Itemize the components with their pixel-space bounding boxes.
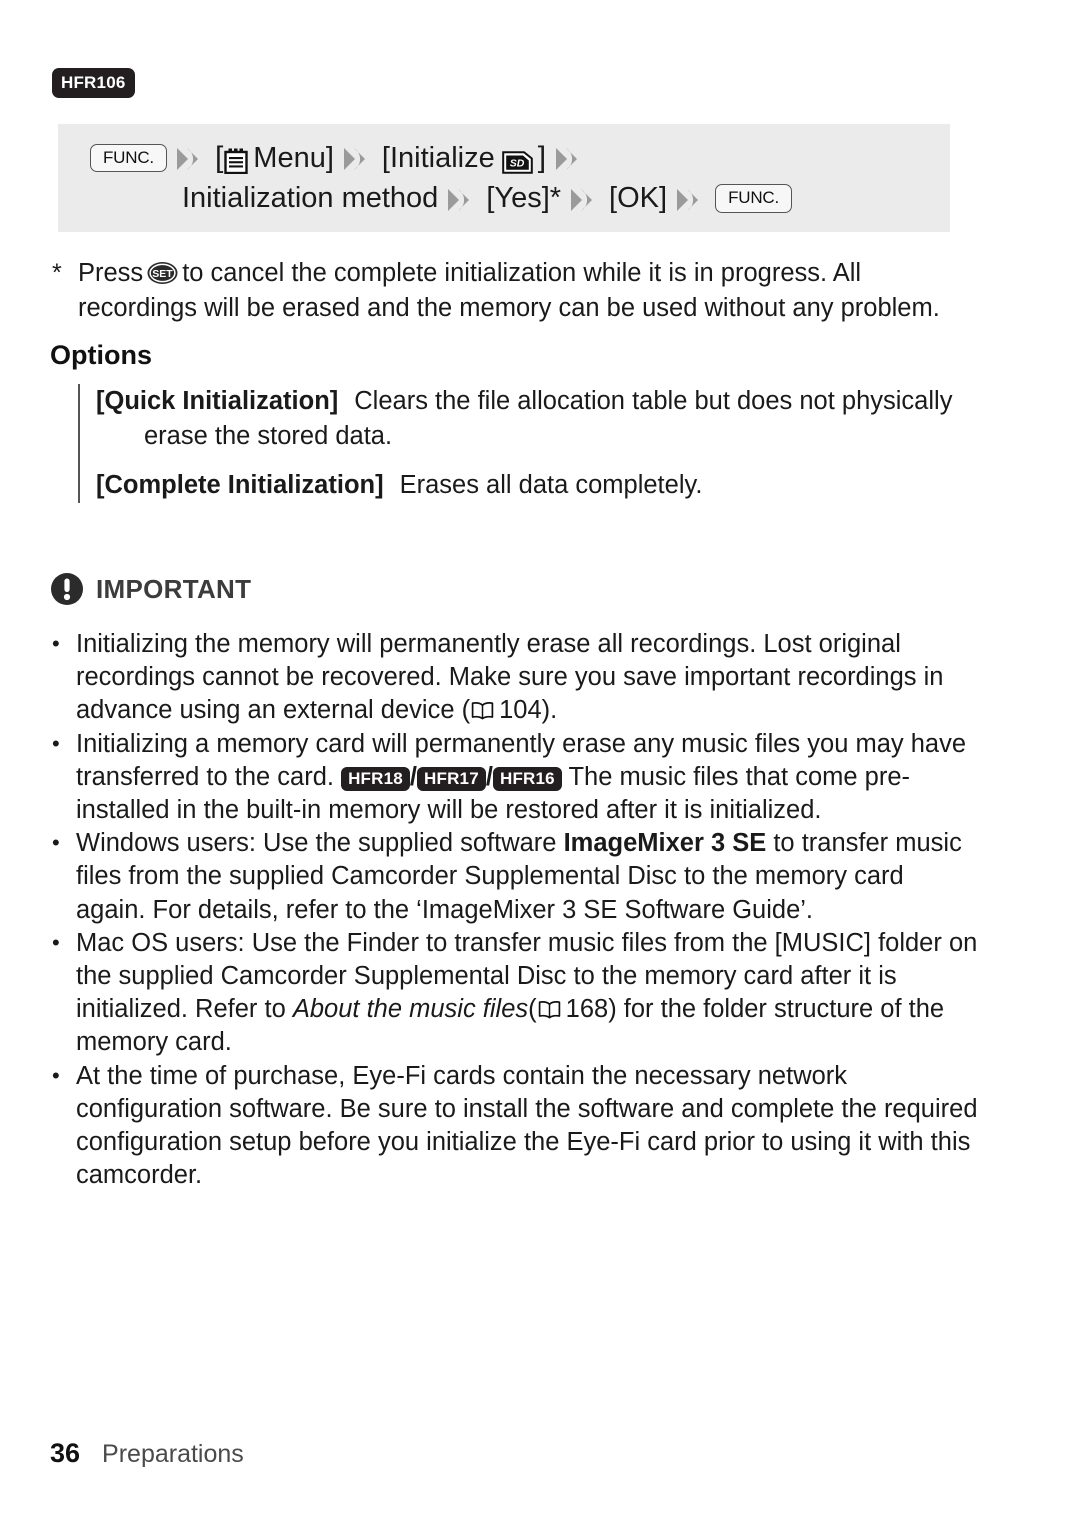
footer-page-number: 36 [50,1438,81,1468]
double-chevron-arrow-icon [343,146,373,172]
bullet-reference-title: About the music files [292,995,529,1024]
options-heading: Options [50,340,152,370]
exclamation-circle-icon [50,572,84,606]
svg-text:SD: SD [509,157,524,169]
bullet-dot: • [52,730,60,756]
procedure-box: FUNC. [ Menu] [Initialize SD] Initializ… [58,124,950,232]
bullet-paren-open: ( [528,995,537,1024]
bullet-mac-users: • Mac OS users: Use the Finder to transfe… [50,927,980,1060]
double-chevron-arrow-icon [447,187,477,213]
menu-label[interactable]: Menu] [253,142,334,175]
sd-card-icon: SD [501,149,533,174]
initialization-method-label[interactable]: Initialization method [182,182,438,215]
func-button-key[interactable]: FUNC. [715,184,793,213]
procedure-line-1: FUNC. [ Menu] [Initialize SD] [90,141,594,175]
option-item-quick-initialization: [Quick Initialization] Clears the file al… [96,384,996,454]
page-footer: 36 Preparations [50,1438,244,1469]
bullet-dot: • [52,1062,60,1088]
model-badge-hfr106: HFR106 [52,68,135,98]
important-heading: IMPORTANT [50,572,251,606]
menu-open-bracket: [ [214,141,224,174]
book-page-reference-icon [471,696,494,720]
model-badge-hfr17: HFR17 [417,766,486,791]
func-button-key[interactable]: FUNC. [90,143,167,173]
double-chevron-arrow-icon [570,187,600,213]
bullet-memory-card-music: • Initializing a memory card will permane… [50,728,980,828]
initialize-close-bracket: ] [537,141,547,174]
bullet-dot: • [52,929,60,955]
yes-option[interactable]: [Yes]* [486,182,561,215]
footnote-marker: * [52,259,62,287]
option-name: [Complete Initialization] [96,471,384,499]
bullet-windows-users: • Windows users: Use the supplied softwar… [50,827,980,927]
initialize-label[interactable]: [Initialize [382,142,495,175]
option-description: Erases all data completely. [399,471,703,499]
options-list: [Quick Initialization] Clears the file al… [78,384,996,503]
procedure-line-2: Initialization method [Yes]* [OK] FUNC. [182,182,793,215]
bullet-dot: • [52,631,60,656]
menu-notepad-icon [224,148,248,175]
option-item-complete-initialization: [Complete Initialization] Erases all data… [96,468,996,503]
svg-text:SET: SET [152,268,173,280]
manual-page: HFR106 FUNC. [Menu] [Initialize SD] In… [0,0,1080,1521]
bullet-dot: • [52,830,60,856]
ok-option[interactable]: [OK] [609,182,667,215]
model-badge-hfr16: HFR16 [492,766,562,791]
footnote-after-icon: to cancel the complete initialization wh… [78,259,940,322]
footnote-body: Press SET to cancel the complete initializ… [78,256,982,326]
double-chevron-arrow-icon [176,146,206,172]
important-label: IMPORTANT [96,573,252,604]
important-bullet-list: • Initializing the memory will permanentl… [50,628,980,1192]
footer-section-name: Preparations [102,1440,244,1468]
bullet-text-part1: At the time of purchase, Eye-Fi cards co… [76,1061,978,1190]
model-badge-hfr18: HFR18 [341,766,410,791]
bullet-text-part2: ). [541,696,558,725]
bullet-memory-erase: • Initializing the memory will permanentl… [50,628,980,728]
bullet-page-ref: 168 [565,995,609,1024]
book-page-reference-icon [538,995,561,1019]
option-name: [Quick Initialization] [96,387,339,415]
bullet-page-ref: 104 [499,696,542,725]
bullet-text-part1: Windows users: Use the supplied software [76,829,557,858]
bullet-software-name: ImageMixer 3 SE [563,829,767,858]
footnote-before-icon: Press [78,259,144,287]
bullet-eyefi-cards: • At the time of purchase, Eye-Fi cards c… [50,1060,980,1193]
double-chevron-arrow-icon [676,187,706,213]
double-chevron-arrow-icon [555,146,585,172]
set-button-icon: SET [146,260,179,284]
footnote: * Press SET to cancel the complete initial… [52,256,982,326]
